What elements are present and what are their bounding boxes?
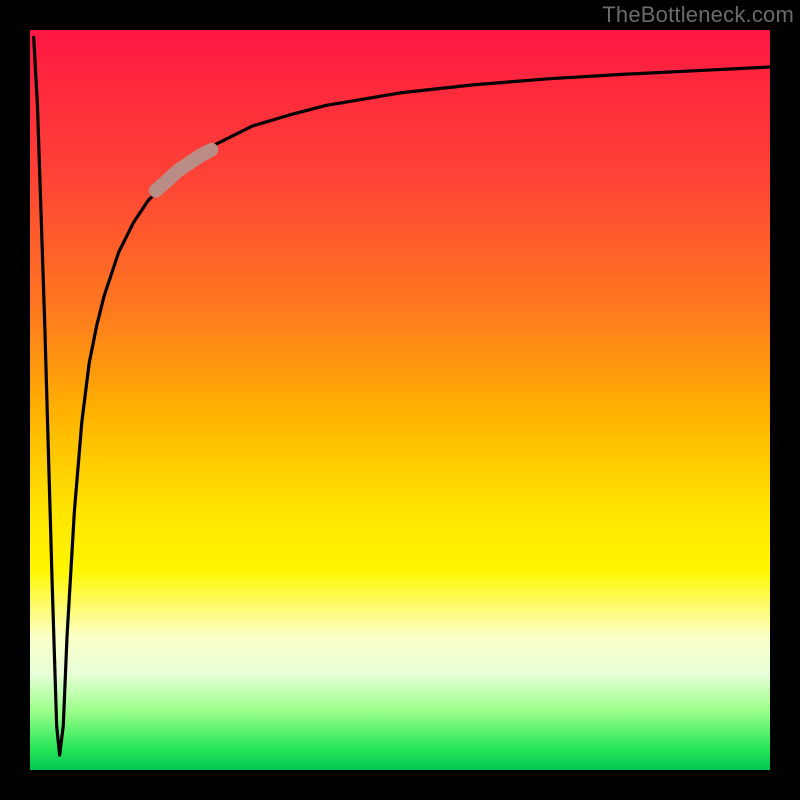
chart-stage: TheBottleneck.com — [0, 0, 800, 800]
rainbow-gradient-bg — [30, 30, 770, 770]
watermark-text: TheBottleneck.com — [602, 2, 794, 28]
plot-area — [30, 30, 770, 770]
